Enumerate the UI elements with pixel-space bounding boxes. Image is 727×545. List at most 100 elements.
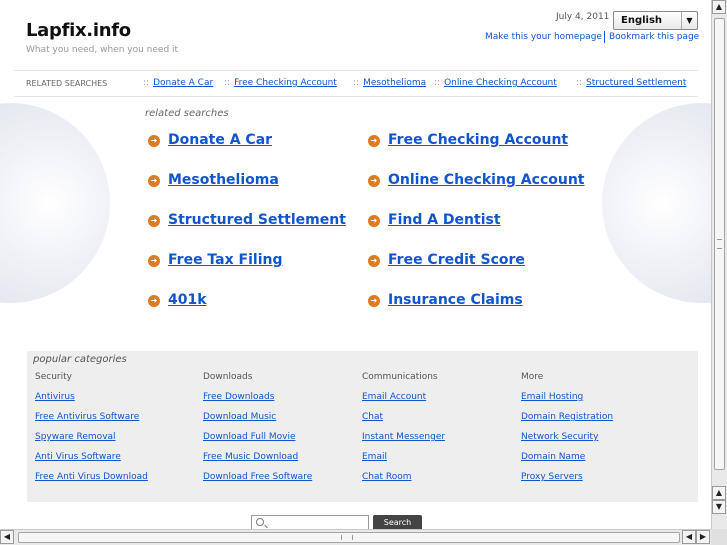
related-search-link[interactable]: Online Checking Account — [388, 172, 585, 188]
circle-arrow-right-icon: ➜ — [148, 215, 160, 227]
related-search-item: ➜ 401k — [148, 292, 207, 308]
category-link[interactable]: Download Music — [203, 412, 312, 432]
bookmark-link[interactable]: Bookmark this page — [609, 32, 699, 42]
category-link[interactable]: Spyware Removal — [35, 432, 148, 452]
category-link[interactable]: Network Security — [521, 432, 613, 452]
related-searches-bar: RELATED SEARCHES :: Donate A Car :: Free C… — [14, 70, 698, 97]
category-column-communications: Communications Email Account Chat Instan… — [362, 372, 445, 492]
make-homepage-link[interactable]: Make this your homepage — [485, 32, 602, 42]
decorative-orb-left — [0, 103, 110, 303]
related-search-link[interactable]: Free Credit Score — [388, 252, 525, 268]
related-search-link[interactable]: Mesothelioma — [168, 172, 279, 188]
related-search-link[interactable]: Find A Dentist — [388, 212, 501, 228]
category-link[interactable]: Proxy Servers — [521, 472, 613, 492]
category-column-downloads: Downloads Free Downloads Download Music … — [203, 372, 312, 492]
language-select[interactable]: English ▼ — [613, 11, 698, 30]
related-search-item: ➜ Mesothelioma — [148, 172, 279, 188]
category-link[interactable]: Download Free Software — [203, 472, 312, 492]
category-link[interactable]: Chat — [362, 412, 445, 432]
related-search-link[interactable]: Insurance Claims — [388, 292, 523, 308]
related-searches-heading: related searches — [145, 108, 229, 119]
category-link[interactable]: Free Downloads — [203, 392, 312, 412]
scroll-right-icon[interactable]: ▶ — [696, 530, 710, 544]
category-column-security: Security Antivirus Free Antivirus Softwa… — [35, 372, 148, 492]
related-search-link[interactable]: Free Checking Account — [388, 132, 568, 148]
related-bar-item: :: Structured Settlement — [576, 78, 687, 88]
category-column-more: More Email Hosting Domain Registration N… — [521, 372, 613, 492]
site-tagline: What you need, when you need it — [26, 45, 179, 55]
search-icon — [256, 518, 264, 526]
related-search-link[interactable]: Donate A Car — [168, 132, 272, 148]
chevron-down-icon: ▼ — [681, 12, 697, 29]
category-link[interactable]: Email — [362, 452, 445, 472]
scroll-grip-icon — [717, 239, 722, 249]
language-select-value: English — [621, 15, 663, 26]
category-link[interactable]: Domain Registration — [521, 412, 613, 432]
horizontal-scrollbar[interactable]: ◀ ◀ ▶ — [0, 529, 711, 545]
site-logo[interactable]: Lapfix.info — [26, 20, 131, 41]
related-bar-item: :: Mesothelioma — [353, 78, 427, 88]
related-search-link[interactable]: Structured Settlement — [168, 212, 346, 228]
related-search-item: ➜ Donate A Car — [148, 132, 272, 148]
category-title: Security — [35, 372, 72, 382]
scroll-up-icon[interactable]: ▲ — [712, 0, 726, 14]
related-search-item: ➜ Structured Settlement — [148, 212, 346, 228]
circle-arrow-right-icon: ➜ — [148, 255, 160, 267]
vertical-scroll-thumb[interactable] — [714, 18, 725, 470]
scroll-up-icon[interactable]: ▲ — [712, 486, 726, 500]
category-link[interactable]: Email Hosting — [521, 392, 613, 412]
category-link[interactable]: Domain Name — [521, 452, 613, 472]
scroll-grip-icon — [341, 535, 353, 540]
circle-arrow-right-icon: ➜ — [148, 135, 160, 147]
related-search-item: ➜ Find A Dentist — [368, 212, 501, 228]
category-link[interactable]: Chat Room — [362, 472, 445, 492]
scroll-down-icon[interactable]: ▼ — [712, 500, 726, 514]
category-link[interactable]: Anti Virus Software — [35, 452, 148, 472]
category-link[interactable]: Free Anti Virus Download — [35, 472, 148, 492]
decorative-orb-right — [602, 103, 711, 303]
scroll-left-icon[interactable]: ◀ — [682, 530, 696, 544]
circle-arrow-right-icon: ➜ — [368, 135, 380, 147]
related-bar-link-mesothelioma[interactable]: Mesothelioma — [363, 78, 426, 88]
search-input[interactable] — [251, 515, 369, 529]
scroll-left-icon[interactable]: ◀ — [0, 530, 14, 544]
search-button[interactable]: Search — [373, 515, 422, 529]
category-link[interactable]: Free Antivirus Software — [35, 412, 148, 432]
related-bar-link-donate-a-car[interactable]: Donate A Car — [153, 78, 213, 88]
header-link-divider — [604, 31, 605, 43]
related-search-item: ➜ Free Credit Score — [368, 252, 525, 268]
circle-arrow-right-icon: ➜ — [368, 175, 380, 187]
related-search-link[interactable]: Free Tax Filing — [168, 252, 282, 268]
category-title: Downloads — [203, 372, 253, 382]
category-title: Communications — [362, 372, 438, 382]
related-search-item: ➜ Free Checking Account — [368, 132, 568, 148]
category-title: More — [521, 372, 544, 382]
related-bar-item: :: Free Checking Account — [224, 78, 337, 88]
scrollbar-corner — [711, 529, 727, 545]
vertical-scrollbar[interactable]: ▲ ▲ ▼ — [711, 0, 727, 529]
horizontal-scroll-thumb[interactable] — [18, 532, 680, 543]
category-link[interactable]: Email Account — [362, 392, 445, 412]
current-date: July 4, 2011 — [556, 12, 610, 22]
related-search-item: ➜ Free Tax Filing — [148, 252, 282, 268]
category-link[interactable]: Instant Messenger — [362, 432, 445, 452]
related-bar-link-structured-settlement[interactable]: Structured Settlement — [586, 78, 686, 88]
circle-arrow-right-icon: ➜ — [148, 175, 160, 187]
circle-arrow-right-icon: ➜ — [368, 255, 380, 267]
circle-arrow-right-icon: ➜ — [148, 295, 160, 307]
related-bar-item: :: Online Checking Account — [434, 78, 557, 88]
page-viewport: Lapfix.info What you need, when you need… — [0, 0, 711, 529]
related-search-item: ➜ Online Checking Account — [368, 172, 585, 188]
circle-arrow-right-icon: ➜ — [368, 215, 380, 227]
category-link[interactable]: Download Full Movie — [203, 432, 312, 452]
related-search-link[interactable]: 401k — [168, 292, 207, 308]
related-searches-label: RELATED SEARCHES — [26, 79, 108, 88]
popular-categories-heading: popular categories — [33, 354, 127, 365]
category-link[interactable]: Antivirus — [35, 392, 148, 412]
popular-categories-box: popular categories Security Antivirus Fr… — [27, 351, 698, 502]
related-bar-link-free-checking-account[interactable]: Free Checking Account — [234, 78, 337, 88]
category-link[interactable]: Free Music Download — [203, 452, 312, 472]
related-search-item: ➜ Insurance Claims — [368, 292, 523, 308]
circle-arrow-right-icon: ➜ — [368, 295, 380, 307]
related-bar-link-online-checking-account[interactable]: Online Checking Account — [444, 78, 557, 88]
